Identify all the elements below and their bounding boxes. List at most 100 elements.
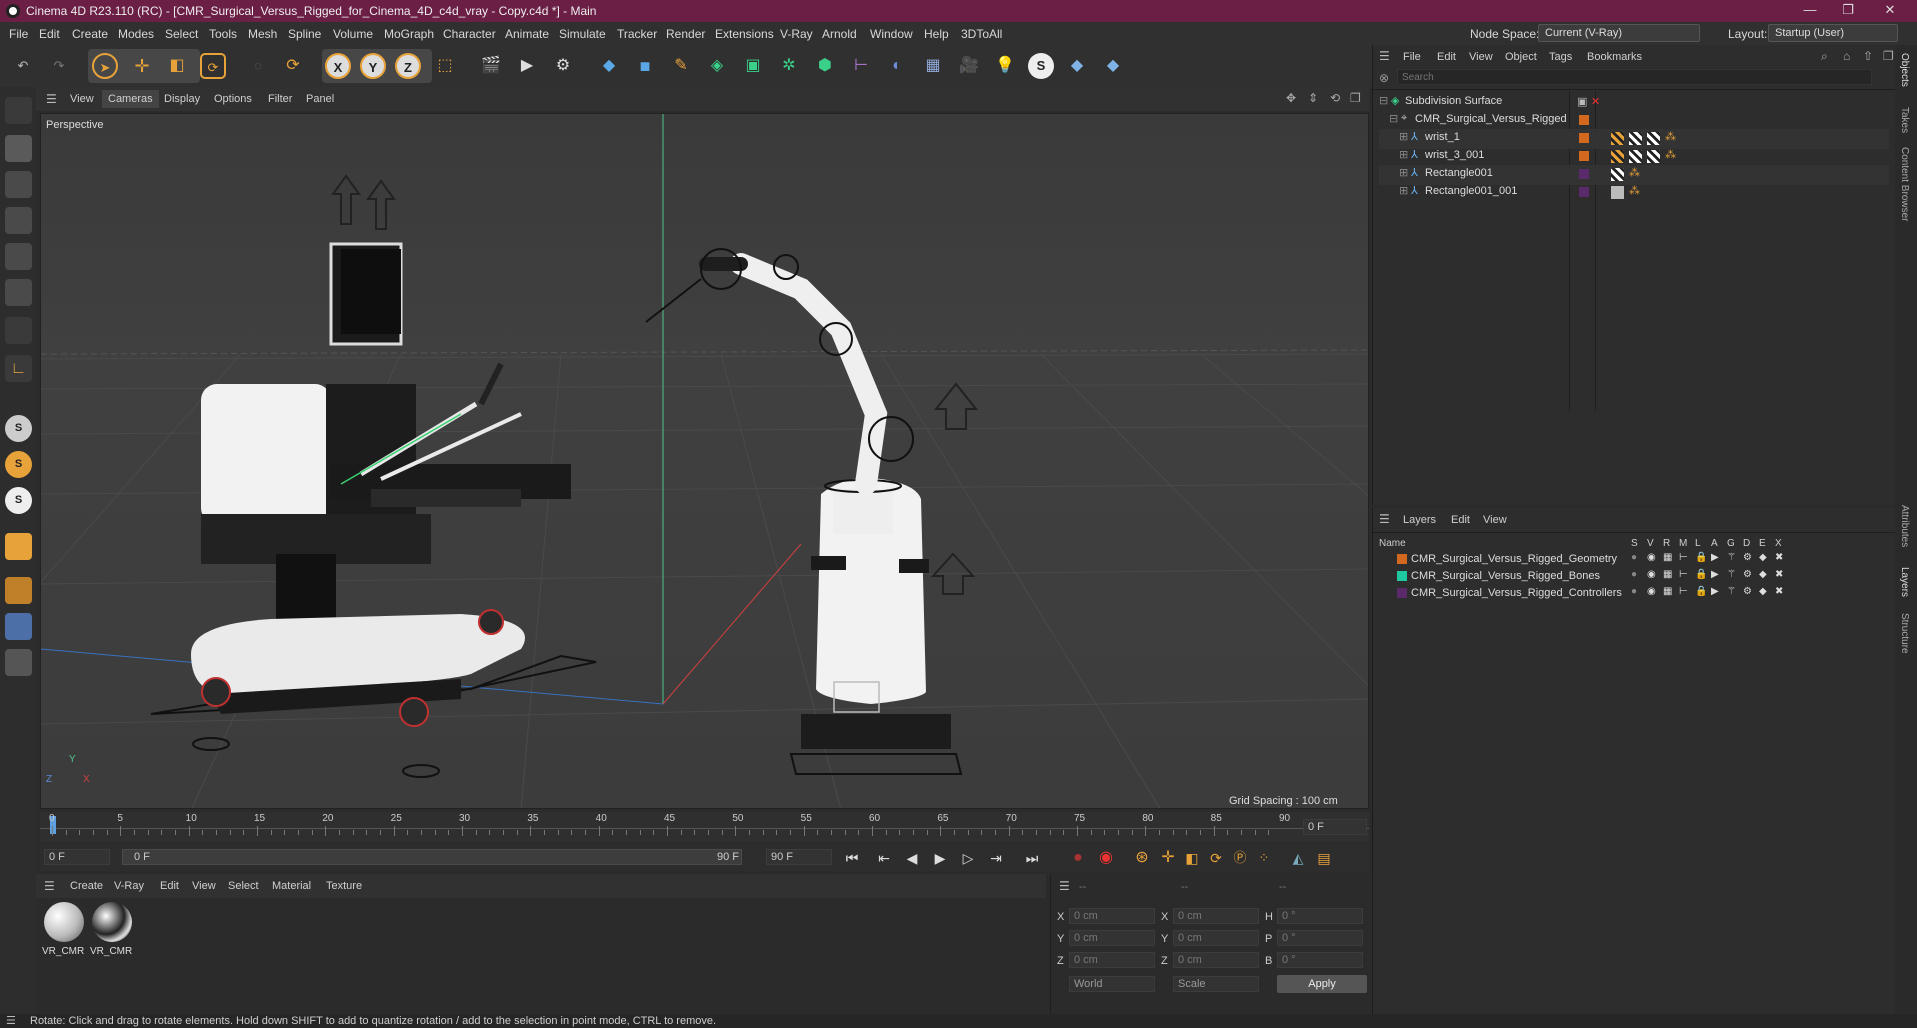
tree-row-subdivision[interactable]: ⊟ ◈ Subdivision Surface ▣ ✕ (1379, 93, 1889, 113)
snap-icon[interactable]: S (5, 415, 32, 442)
layer-deformers-icon[interactable]: ⚙ (1743, 586, 1752, 597)
recent-tools-icon[interactable]: ◌ (245, 53, 271, 79)
mat-menu-material[interactable]: Material (272, 880, 311, 892)
menu-help[interactable]: Help (924, 27, 949, 41)
menu-edit[interactable]: Edit (39, 27, 60, 41)
obj-menu-tags[interactable]: Tags (1549, 51, 1572, 63)
position-y-field[interactable]: 0 cm (1069, 930, 1155, 946)
layer-menu-edit[interactable]: Edit (1451, 514, 1470, 526)
play-icon[interactable]: ▶ (928, 845, 952, 871)
layer-expressions-icon[interactable]: ◆ (1759, 569, 1767, 580)
previous-key-icon[interactable]: ⇤ (872, 845, 896, 871)
tree-row-wrist-1[interactable]: ⊞ ⅄ wrist_1 ⁂ (1379, 129, 1889, 149)
material-tag-icon[interactable] (1647, 150, 1660, 163)
vray-icon[interactable]: S (1028, 53, 1054, 79)
viewport-menu-view[interactable]: View (70, 93, 94, 105)
layer-manager-icon[interactable]: ⊢ (1679, 552, 1688, 563)
material-tag-icon[interactable] (1629, 132, 1642, 145)
layer-solo-icon[interactable]: ● (1631, 569, 1637, 580)
rotation-p-field[interactable]: 0 ° (1277, 930, 1363, 946)
undo-icon[interactable]: ↶ (10, 53, 36, 79)
status-menu-icon[interactable]: ☰ (6, 1014, 16, 1027)
field-icon[interactable]: ⊢ (848, 53, 874, 79)
layer-manager-icon[interactable]: ⊢ (1679, 569, 1688, 580)
tab-attributes[interactable]: Attributes (1899, 505, 1910, 547)
tab-takes[interactable]: Takes (1899, 107, 1910, 133)
tab-objects[interactable]: Objects (1899, 53, 1910, 87)
subdivision-generator-icon[interactable]: ◈ (704, 53, 730, 79)
camera-icon[interactable]: 🎥 (956, 53, 982, 79)
tree-row-rectangle001[interactable]: ⊞ ⅄ Rectangle001 ⁂ (1379, 165, 1889, 185)
tab-content-browser[interactable]: Content Browser (1899, 147, 1910, 221)
menu-animate[interactable]: Animate (505, 27, 549, 41)
position-x-field[interactable]: 0 cm (1069, 908, 1155, 924)
layer-manager-icon[interactable]: ⊢ (1679, 586, 1688, 597)
layer-row[interactable]: CMR_Surgical_Versus_Rigged_Controllers ● ◉… (1379, 586, 1889, 606)
size-x-field[interactable]: 0 cm (1173, 908, 1259, 924)
node-space-dropdown[interactable]: Current (V-Ray) (1538, 24, 1700, 42)
obj-menu-object[interactable]: Object (1505, 51, 1537, 63)
layer-generators-icon[interactable]: ⚚ (1727, 569, 1736, 580)
layer-render-icon[interactable]: ▦ (1663, 552, 1672, 563)
layer-deformers-icon[interactable]: ⚙ (1743, 552, 1752, 563)
coordinate-mode-dropdown[interactable]: World (1069, 976, 1155, 992)
model-mode-icon[interactable] (5, 135, 32, 162)
python-script-icon[interactable]: ◆ (596, 53, 622, 79)
viewport-move-icon[interactable]: ✥ (1286, 91, 1296, 105)
layer-animation-icon[interactable]: ▶ (1711, 569, 1719, 580)
viewport-menu-filter[interactable]: Filter (268, 93, 292, 105)
redo-icon[interactable]: ↷ (46, 53, 72, 79)
move-tool-icon[interactable]: ✛ (129, 53, 155, 79)
timeline-window-icon[interactable]: ▤ (1312, 845, 1336, 871)
key-rotation-icon[interactable]: ⟳ (1204, 845, 1228, 871)
y-axis-lock-icon[interactable]: Y (360, 53, 386, 79)
environment-icon[interactable]: ◐ (884, 53, 910, 79)
python-plugin-icon-1[interactable]: ◆ (1064, 53, 1090, 79)
menu-volume[interactable]: Volume (333, 27, 373, 41)
next-key-icon[interactable]: ⇥ (984, 845, 1008, 871)
layer-expressions-icon[interactable]: ◆ (1759, 586, 1767, 597)
viewport-menu-options[interactable]: Options (214, 93, 252, 105)
layer-menu-view[interactable]: View (1483, 514, 1507, 526)
material-tag-icon[interactable] (1611, 132, 1624, 145)
rotation-b-field[interactable]: 0 ° (1277, 952, 1363, 968)
rotate-recent-icon[interactable]: ⟳ (280, 53, 306, 79)
mograph-cloner-icon[interactable]: ✲ (776, 53, 802, 79)
menu-mograph[interactable]: MoGraph (384, 27, 434, 41)
lock-workplane-icon[interactable] (5, 649, 32, 676)
layer-render-icon[interactable]: ▦ (1663, 569, 1672, 580)
go-to-end-icon[interactable]: ⏭ (1020, 845, 1044, 871)
mat-menu-create[interactable]: Create (70, 880, 103, 892)
obj-menu-file[interactable]: File (1403, 51, 1421, 63)
material-swatch[interactable]: VR_CMR (42, 902, 84, 962)
viewport-menu-cameras[interactable]: Cameras (102, 90, 159, 108)
apply-button[interactable]: Apply (1277, 975, 1367, 993)
key-scale-icon[interactable]: ◧ (1180, 845, 1204, 871)
size-y-field[interactable]: 0 cm (1173, 930, 1259, 946)
current-frame-field[interactable]: 0 F (1303, 819, 1367, 835)
obj-menu-edit[interactable]: Edit (1437, 51, 1456, 63)
tag-icon[interactable]: ⁂ (1665, 148, 1676, 161)
python-plugin-icon-2[interactable]: ◆ (1100, 53, 1126, 79)
material-tag-icon[interactable] (1611, 168, 1624, 181)
extrude-icon[interactable]: ▣ (740, 53, 766, 79)
material-tag-icon[interactable] (1647, 132, 1660, 145)
mat-menu-vray[interactable]: V-Ray (114, 880, 144, 892)
auto-keying-icon[interactable]: ◉ (1094, 845, 1118, 871)
obj-menu-bookmarks[interactable]: Bookmarks (1587, 51, 1642, 63)
menu-tools[interactable]: Tools (209, 27, 237, 41)
viewport-menu-display[interactable]: Display (164, 93, 200, 105)
tab-layers[interactable]: Layers (1899, 567, 1910, 597)
material-tag-icon[interactable] (1629, 150, 1642, 163)
close-button[interactable]: ✕ (1870, 2, 1910, 20)
make-editable-icon[interactable] (5, 97, 32, 124)
edit-toggle-icon[interactable]: ▣ (1577, 95, 1587, 108)
layer-solo-icon[interactable]: ● (1631, 552, 1637, 563)
render-settings-icon[interactable]: ⚙ (550, 53, 576, 79)
tree-row-rectangle001-001[interactable]: ⊞ ⅄ Rectangle001_001 ⁂ (1379, 183, 1889, 203)
start-frame-field[interactable]: 0 F (44, 849, 110, 865)
deformer-icon[interactable]: ⬢ (812, 53, 838, 79)
layer-visible-eye-icon[interactable]: ◉ (1647, 586, 1656, 597)
next-frame-icon[interactable]: ▷ (956, 845, 980, 871)
coordinate-system-icon[interactable]: ⬚ (432, 53, 458, 79)
